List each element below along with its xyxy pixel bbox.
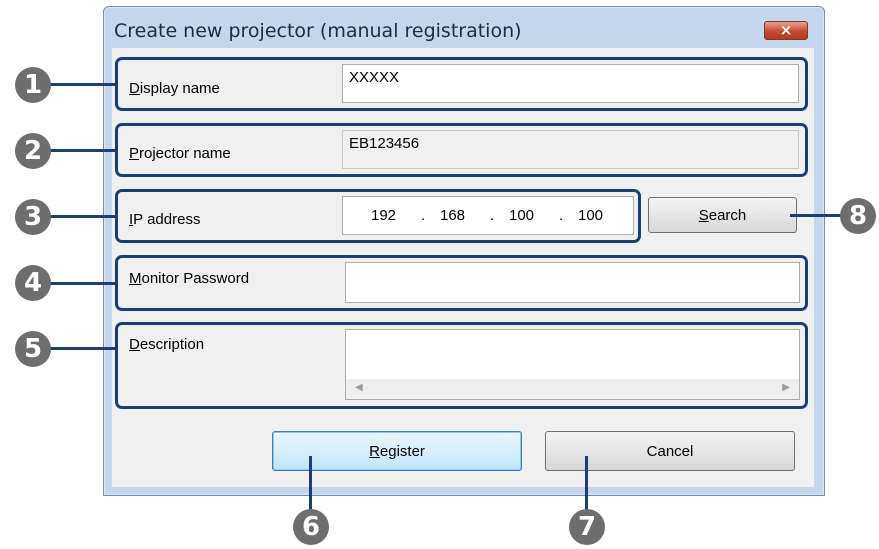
callout-line-3 bbox=[50, 215, 116, 218]
close-icon: × bbox=[779, 21, 793, 39]
search-button-label: Search bbox=[698, 206, 747, 224]
callout-8: 8 bbox=[840, 198, 876, 234]
ip-address-input[interactable]: 192 . 168 . 100 . 100 bbox=[342, 196, 634, 235]
callout-5: 5 bbox=[15, 331, 51, 367]
close-button[interactable]: × bbox=[764, 21, 808, 40]
callout-2: 2 bbox=[15, 133, 51, 169]
callout-line-1 bbox=[50, 83, 116, 86]
callout-line-5 bbox=[50, 347, 116, 350]
display-name-label: Display name bbox=[129, 80, 220, 97]
cancel-button-label: Cancel bbox=[646, 442, 694, 460]
monitor-password-label: Monitor Password bbox=[129, 270, 250, 287]
ip-separator: . bbox=[421, 207, 426, 224]
dialog-window: Create new projector (manual registratio… bbox=[103, 6, 825, 496]
window-title: Create new projector (manual registratio… bbox=[114, 20, 522, 42]
scroll-left-icon[interactable]: ◀ bbox=[355, 382, 363, 393]
projector-name-field: EB123456 bbox=[342, 130, 799, 169]
ip-address-label: IP address bbox=[129, 211, 201, 228]
horizontal-scrollbar[interactable]: ◀ ▶ bbox=[346, 379, 799, 399]
description-label: Description bbox=[129, 336, 205, 353]
ip-octet-1[interactable]: 192 bbox=[371, 207, 396, 224]
callout-1: 1 bbox=[15, 67, 51, 103]
display-name-input[interactable]: XXXXX bbox=[342, 64, 799, 103]
callout-line-4 bbox=[50, 282, 116, 285]
ip-octet-3[interactable]: 100 bbox=[509, 207, 534, 224]
description-textarea[interactable]: ◀ ▶ bbox=[345, 329, 800, 400]
register-button-label: Register bbox=[369, 442, 425, 460]
callout-6: 6 bbox=[293, 509, 329, 545]
cancel-button[interactable]: Cancel bbox=[545, 431, 795, 471]
dialog-client-area: Display name XXXXX Projector name EB1234… bbox=[112, 48, 814, 487]
callout-4: 4 bbox=[15, 265, 51, 301]
callout-3: 3 bbox=[15, 199, 51, 235]
callout-line-2 bbox=[50, 149, 116, 152]
ip-octet-2[interactable]: 168 bbox=[440, 207, 465, 224]
scroll-right-icon[interactable]: ▶ bbox=[782, 382, 790, 393]
ip-separator: . bbox=[490, 207, 495, 224]
ip-octet-4[interactable]: 100 bbox=[578, 207, 603, 224]
monitor-password-input[interactable] bbox=[345, 262, 800, 303]
ip-separator: . bbox=[559, 207, 564, 224]
projector-name-label: Projector name bbox=[129, 145, 231, 162]
callout-7: 7 bbox=[569, 509, 605, 545]
search-button[interactable]: Search bbox=[648, 197, 797, 233]
